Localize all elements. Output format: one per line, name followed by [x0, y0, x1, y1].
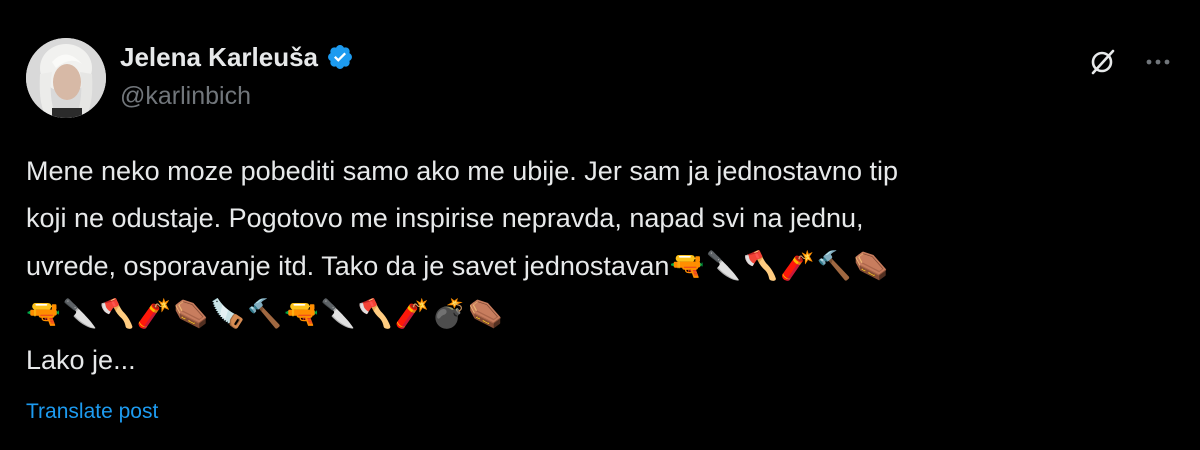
author-name-row: Jelena Karleuša — [120, 40, 354, 74]
verified-badge-icon[interactable] — [326, 43, 354, 71]
post-line-1: Mene neko moze pobediti samo ako me ubij… — [26, 156, 898, 186]
weapon-emojis-2: 🔫🔪🪓🧨⚰️🪚🔨🔫🔪🪓🧨💣⚰️ — [26, 297, 506, 330]
author-name[interactable]: Jelena Karleuša — [120, 42, 318, 73]
grok-icon[interactable] — [1084, 44, 1120, 80]
post-line-3: uvrede, osporavanje itd. Tako da je save… — [26, 242, 1176, 290]
post-line-3-text: uvrede, osporavanje itd. Tako da je save… — [26, 251, 670, 281]
post-card: Jelena Karleuša @karlinbich Mene neko mo… — [0, 0, 1200, 450]
weapon-emojis-1: 🔫🔪🪓🧨🔨⚰️ — [669, 249, 891, 282]
post-actions — [1084, 44, 1176, 80]
post-line-5: Lako je... — [26, 345, 136, 375]
avatar[interactable] — [26, 38, 106, 118]
more-icon[interactable] — [1140, 44, 1176, 80]
post-line-2: koji ne odustaje. Pogotovo me inspirise … — [26, 203, 864, 233]
author-handle[interactable]: @karlinbich — [120, 82, 354, 111]
post-text: Mene neko moze pobediti samo ako me ubij… — [26, 148, 1176, 384]
author-block: Jelena Karleuša @karlinbich — [120, 40, 354, 111]
avatar-image — [26, 38, 106, 118]
translate-post-link[interactable]: Translate post — [26, 400, 158, 424]
